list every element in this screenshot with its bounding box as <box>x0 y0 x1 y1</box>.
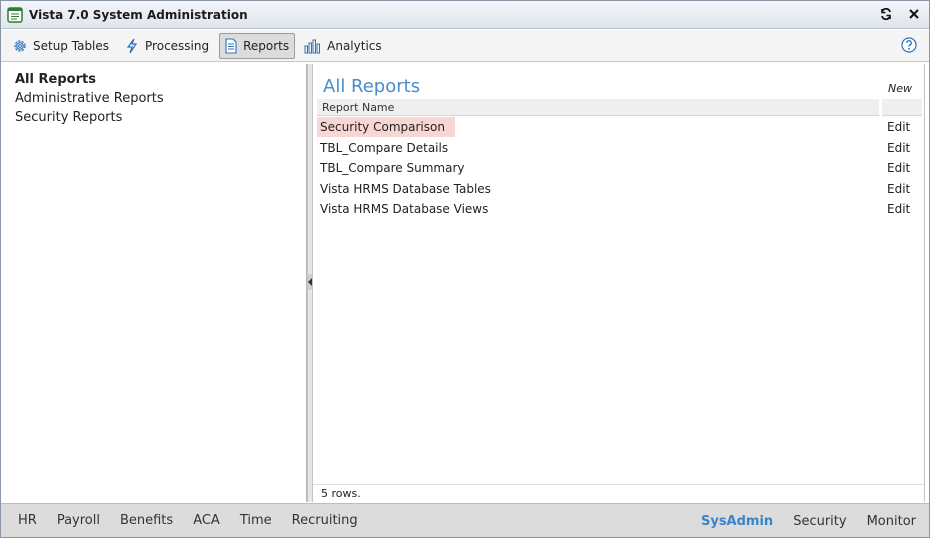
refresh-icon[interactable] <box>879 7 893 21</box>
column-header-report-name[interactable]: Report Name <box>317 99 880 116</box>
new-report-link[interactable]: New <box>888 82 912 95</box>
sidebar-item-administrative-reports[interactable]: Administrative Reports <box>15 89 306 108</box>
title-bar: Vista 7.0 System Administration <box>1 1 929 29</box>
reports-panel: All Reports New Report Name Security Com… <box>313 64 925 502</box>
module-tab-aca[interactable]: ACA <box>182 513 229 528</box>
table-row: TBL_Compare Details Edit <box>317 138 922 159</box>
report-link[interactable]: TBL_Compare Summary <box>317 158 475 178</box>
module-tab-recruiting[interactable]: Recruiting <box>281 513 367 528</box>
table-row: TBL_Compare Summary Edit <box>317 158 922 179</box>
reports-button[interactable]: Reports <box>219 32 296 59</box>
table-row: Security Comparison Edit <box>317 117 922 138</box>
edit-link[interactable]: Edit <box>887 182 910 196</box>
reports-label: Reports <box>243 38 290 53</box>
setup-tables-label: Setup Tables <box>33 38 110 53</box>
analytics-button[interactable]: Analytics <box>299 33 388 59</box>
gear-icon <box>14 39 26 52</box>
sidebar-item-all-reports[interactable]: All Reports <box>15 70 306 89</box>
module-tab-monitor[interactable]: Monitor <box>856 514 925 529</box>
processing-button[interactable]: Processing <box>119 33 215 59</box>
lightning-icon <box>126 38 138 53</box>
help-icon <box>901 37 917 53</box>
report-category-list: All Reports Administrative Reports Secur… <box>7 64 307 502</box>
module-tab-benefits[interactable]: Benefits <box>109 513 182 528</box>
toolbar: Setup Tables Processing Reports Analytic… <box>1 30 929 62</box>
module-tab-time[interactable]: Time <box>229 513 281 528</box>
table-row: Vista HRMS Database Tables Edit <box>317 179 922 200</box>
report-link[interactable]: Vista HRMS Database Views <box>317 199 498 219</box>
collapse-arrow-icon[interactable] <box>308 278 312 286</box>
bar-chart-icon <box>304 39 321 53</box>
edit-link[interactable]: Edit <box>887 202 910 216</box>
report-link[interactable]: Vista HRMS Database Tables <box>317 179 501 199</box>
row-count: 5 rows. <box>313 484 924 502</box>
help-button[interactable] <box>901 37 917 56</box>
analytics-label: Analytics <box>327 38 382 53</box>
table-row: Vista HRMS Database Views Edit <box>317 199 922 220</box>
module-tab-hr[interactable]: HR <box>7 513 46 528</box>
app-window: Vista 7.0 System Administration Setup Ta… <box>0 0 930 538</box>
report-link[interactable]: Security Comparison <box>317 117 455 138</box>
setup-tables-button[interactable]: Setup Tables <box>7 33 115 59</box>
edit-link[interactable]: Edit <box>887 120 910 134</box>
edit-link[interactable]: Edit <box>887 161 910 175</box>
module-tab-payroll[interactable]: Payroll <box>46 513 109 528</box>
edit-link[interactable]: Edit <box>887 141 910 155</box>
grid-header: Report Name <box>317 99 922 116</box>
column-header-actions <box>882 99 922 116</box>
sidebar-item-security-reports[interactable]: Security Reports <box>15 108 306 127</box>
module-tab-sysadmin[interactable]: SysAdmin <box>690 514 782 529</box>
app-icon <box>7 6 23 23</box>
module-bar: HR Payroll Benefits ACA Time Recruiting … <box>1 503 929 537</box>
document-icon <box>225 37 237 54</box>
window-title: Vista 7.0 System Administration <box>29 7 248 22</box>
report-link[interactable]: TBL_Compare Details <box>317 138 458 158</box>
report-list: Security Comparison Edit TBL_Compare Det… <box>317 117 922 220</box>
module-tab-security[interactable]: Security <box>782 514 855 529</box>
close-icon[interactable] <box>907 7 921 21</box>
page-title: All Reports <box>323 76 421 97</box>
processing-label: Processing <box>145 38 210 53</box>
